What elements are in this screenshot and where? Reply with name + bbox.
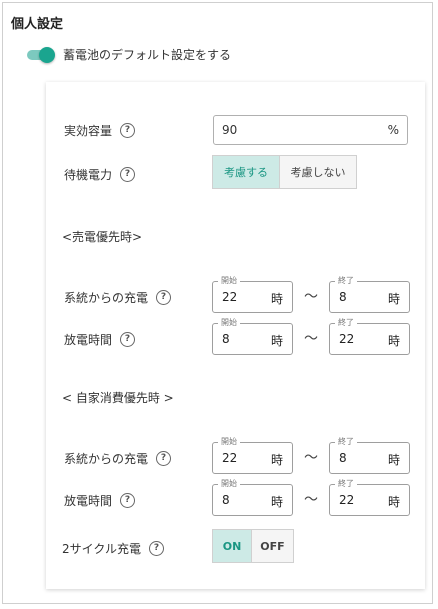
hour-unit: 時 — [387, 453, 400, 467]
self-grid-charge-start-field[interactable]: 開始 22 時 — [212, 436, 293, 474]
hour-unit: 時 — [270, 334, 283, 348]
help-icon[interactable]: ? — [120, 167, 136, 182]
sell-discharge-label-row: 放電時間 ? — [64, 331, 136, 348]
two-cycle-label-row: 2サイクル充電 ? — [62, 540, 165, 557]
discharge-label: 放電時間 — [64, 333, 113, 347]
capacity-input[interactable]: 90 % — [213, 115, 408, 145]
two-cycle-label: 2サイクル充電 — [62, 542, 142, 556]
sell-grid-charge-start-field[interactable]: 開始 22 時 — [212, 275, 293, 313]
sell-discharge-end-field[interactable]: 終了 22 時 — [329, 317, 410, 355]
end-hour: 22 — [339, 493, 355, 507]
range-separator: 〜 — [304, 492, 318, 508]
self-grid-charge-label-row: 系統からの充電 ? — [64, 450, 172, 467]
sell-grid-charge-end-field[interactable]: 終了 8 時 — [329, 275, 410, 313]
hour-unit: 時 — [270, 453, 283, 467]
discharge-label: 放電時間 — [64, 494, 113, 508]
hour-unit: 時 — [387, 495, 400, 509]
capacity-value: 90 — [222, 123, 238, 137]
range-separator: 〜 — [304, 331, 318, 347]
start-hour: 8 — [222, 493, 230, 507]
help-icon[interactable]: ? — [149, 541, 165, 556]
end-hour: 22 — [339, 332, 355, 346]
help-icon[interactable]: ? — [120, 332, 136, 347]
default-settings-label: 蓄電池のデフォルト設定をする — [63, 48, 232, 62]
help-icon[interactable]: ? — [120, 123, 136, 138]
start-hour: 22 — [222, 290, 238, 304]
settings-panel: 個人設定 蓄電池のデフォルト設定をする 実効容量 ? 90 % 待機電力 ? 考… — [2, 2, 433, 604]
hour-unit: 時 — [387, 292, 400, 306]
two-cycle-on-button[interactable]: ON — [213, 530, 251, 562]
standby-label: 待機電力 — [64, 168, 113, 182]
capacity-label: 実効容量 — [64, 124, 113, 138]
help-icon[interactable]: ? — [156, 290, 172, 305]
help-icon[interactable]: ? — [120, 493, 136, 508]
sell-grid-charge-label-row: 系統からの充電 ? — [64, 289, 172, 306]
range-separator: 〜 — [304, 450, 318, 466]
standby-label-row: 待機電力 ? — [64, 166, 136, 183]
help-icon[interactable]: ? — [156, 451, 172, 466]
grid-charge-label: 系統からの充電 — [64, 291, 149, 305]
end-hour: 8 — [339, 451, 347, 465]
start-legend: 開始 — [218, 478, 240, 490]
end-legend: 終了 — [335, 436, 357, 448]
switch-knob — [39, 46, 55, 63]
sell-discharge-start-field[interactable]: 開始 8 時 — [212, 317, 293, 355]
standby-ignore-button[interactable]: 考慮しない — [279, 156, 356, 188]
standby-consider-button[interactable]: 考慮する — [213, 156, 279, 188]
start-hour: 22 — [222, 451, 238, 465]
standby-toggle-group: 考慮する 考慮しない — [212, 155, 357, 189]
default-settings-toggle-row: 蓄電池のデフォルト設定をする — [25, 46, 231, 63]
self-discharge-start-field[interactable]: 開始 8 時 — [212, 478, 293, 516]
grid-charge-label: 系統からの充電 — [64, 452, 149, 466]
two-cycle-toggle-group: ON OFF — [212, 529, 294, 563]
sell-priority-heading: <売電優先時> — [62, 230, 143, 244]
capacity-unit: % — [387, 123, 399, 137]
start-legend: 開始 — [218, 436, 240, 448]
hour-unit: 時 — [387, 334, 400, 348]
hour-unit: 時 — [270, 495, 283, 509]
start-legend: 開始 — [218, 317, 240, 329]
range-separator: 〜 — [304, 289, 318, 305]
self-grid-charge-end-field[interactable]: 終了 8 時 — [329, 436, 410, 474]
self-discharge-end-field[interactable]: 終了 22 時 — [329, 478, 410, 516]
self-discharge-label-row: 放電時間 ? — [64, 492, 136, 509]
page-title: 個人設定 — [11, 17, 64, 32]
capacity-label-row: 実効容量 ? — [64, 122, 136, 139]
end-legend: 終了 — [335, 317, 357, 329]
hour-unit: 時 — [270, 292, 283, 306]
default-settings-switch[interactable] — [25, 46, 55, 63]
start-legend: 開始 — [218, 275, 240, 287]
start-hour: 8 — [222, 332, 230, 346]
end-hour: 8 — [339, 290, 347, 304]
battery-settings-card: 実効容量 ? 90 % 待機電力 ? 考慮する 考慮しない <売電優先時> 系統… — [46, 82, 425, 589]
self-priority-heading: < 自家消費優先時 > — [62, 391, 174, 405]
two-cycle-off-button[interactable]: OFF — [251, 530, 293, 562]
end-legend: 終了 — [335, 275, 357, 287]
end-legend: 終了 — [335, 478, 357, 490]
